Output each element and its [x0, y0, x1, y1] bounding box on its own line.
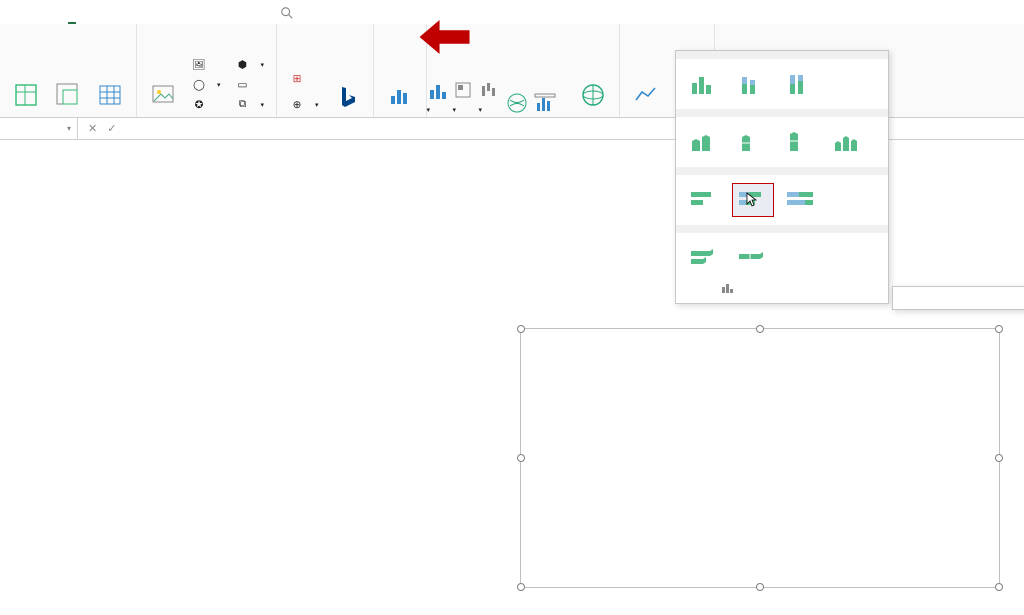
resize-handle[interactable] — [517, 583, 525, 591]
shapes-icon: ◯ — [191, 76, 207, 92]
store-icon: ⊞ — [289, 70, 305, 86]
chart-type-dropdown — [675, 50, 889, 304]
pictures-button[interactable] — [147, 79, 179, 113]
enter-icon[interactable]: ✓ — [107, 122, 116, 135]
3dmap-button[interactable] — [577, 79, 609, 113]
my-addins-button[interactable]: ⊕▾ — [287, 95, 321, 113]
tab-insert[interactable] — [68, 4, 76, 24]
recommended-pivot-icon — [52, 79, 84, 111]
section-3d-column — [676, 109, 888, 117]
stacked-bar-option[interactable] — [732, 183, 774, 217]
clustered-3d-bar-option[interactable] — [684, 241, 726, 275]
screenshot-icon: ⧉ — [235, 96, 251, 112]
hierarchy-chart-button[interactable]: ▾ — [453, 80, 475, 115]
resize-handle[interactable] — [517, 325, 525, 333]
recommended-charts-icon — [384, 79, 416, 111]
3dmodels-button[interactable]: ⬢▾ — [233, 55, 267, 73]
tab-developer[interactable] — [224, 4, 232, 24]
table-button[interactable] — [94, 79, 126, 113]
cursor-icon — [746, 192, 760, 208]
recommended-charts-button[interactable] — [384, 79, 416, 113]
3d-column-option[interactable] — [828, 125, 870, 159]
tab-formulas[interactable] — [120, 4, 128, 24]
resize-handle[interactable] — [995, 454, 1003, 462]
clustered-bar-option[interactable] — [684, 183, 726, 217]
smartart-button[interactable]: ▭ — [233, 75, 267, 93]
column-chart-button[interactable]: ▾ — [427, 80, 449, 115]
tab-data[interactable] — [146, 4, 154, 24]
maps-button[interactable] — [505, 91, 529, 115]
stacked-bar-tooltip — [892, 286, 1024, 310]
more-column-charts[interactable] — [676, 277, 888, 303]
tab-review[interactable] — [172, 4, 180, 24]
chart-preview[interactable] — [520, 328, 1000, 588]
clustered-column-option[interactable] — [684, 67, 726, 101]
tab-home[interactable] — [42, 4, 50, 24]
chart-plot-area — [535, 339, 985, 557]
resize-handle[interactable] — [995, 325, 1003, 333]
section-2d-bar — [676, 167, 888, 175]
icons-icon: ✪ — [191, 96, 207, 112]
stacked100-3d-column-option[interactable] — [780, 125, 822, 159]
group-addins: ⊞ ⊕▾ — [277, 24, 374, 117]
stacked-3d-column-option[interactable] — [732, 125, 774, 159]
section-3d-bar — [676, 225, 888, 233]
screenshot-button[interactable]: ⧉▾ — [233, 95, 267, 113]
stacked100-bar-option[interactable] — [780, 183, 822, 217]
menu-tabs — [0, 0, 1024, 24]
icons-button[interactable]: ✪ — [189, 95, 223, 113]
sparkline-line-button[interactable] — [630, 79, 662, 113]
online-pictures-button[interactable]: 🖼 — [189, 55, 223, 73]
name-box[interactable] — [0, 118, 78, 139]
group-charts — [374, 24, 427, 117]
bing-button[interactable] — [331, 81, 363, 113]
stacked-3d-bar-option[interactable] — [732, 241, 774, 275]
cancel-icon[interactable]: ✕ — [88, 122, 97, 135]
online-pictures-icon: 🖼 — [191, 56, 207, 72]
pivottable-button[interactable] — [10, 79, 42, 113]
search-box[interactable] — [276, 4, 312, 24]
formula-input[interactable] — [136, 123, 1024, 135]
search-icon — [280, 6, 294, 20]
group-tours — [567, 24, 620, 117]
recommended-pivot-button[interactable] — [52, 79, 84, 113]
group-illustrations: 🖼 ◯▾ ✪ ⬢▾ ▭ ⧉▾ — [137, 24, 277, 117]
group-tables — [0, 24, 137, 117]
resize-handle[interactable] — [995, 583, 1003, 591]
3dmodels-icon: ⬢ — [235, 56, 251, 72]
bing-icon — [331, 81, 363, 113]
resize-handle[interactable] — [517, 454, 525, 462]
get-addins-button[interactable]: ⊞ — [287, 69, 321, 87]
myaddins-icon: ⊕ — [289, 96, 305, 112]
resize-handle[interactable] — [756, 583, 764, 591]
section-2d-column — [676, 51, 888, 59]
shapes-button[interactable]: ◯▾ — [189, 75, 223, 93]
pictures-icon — [147, 79, 179, 111]
resize-handle[interactable] — [756, 325, 764, 333]
stacked-column-option[interactable] — [732, 67, 774, 101]
sparkline-line-icon — [630, 79, 662, 111]
tab-view[interactable] — [198, 4, 206, 24]
pivottable-icon — [10, 79, 42, 111]
tab-file[interactable] — [16, 4, 24, 24]
tab-page-layout[interactable] — [94, 4, 102, 24]
more-charts-icon — [720, 281, 736, 295]
clustered-3d-column-option[interactable] — [684, 125, 726, 159]
smartart-icon: ▭ — [235, 76, 251, 92]
table-icon — [94, 79, 126, 111]
tab-help[interactable] — [250, 4, 258, 24]
globe-icon — [577, 79, 609, 111]
pivotchart-button[interactable] — [533, 91, 557, 115]
search-label — [300, 10, 308, 16]
waterfall-chart-button[interactable]: ▾ — [479, 80, 501, 115]
stacked100-column-option[interactable] — [780, 67, 822, 101]
